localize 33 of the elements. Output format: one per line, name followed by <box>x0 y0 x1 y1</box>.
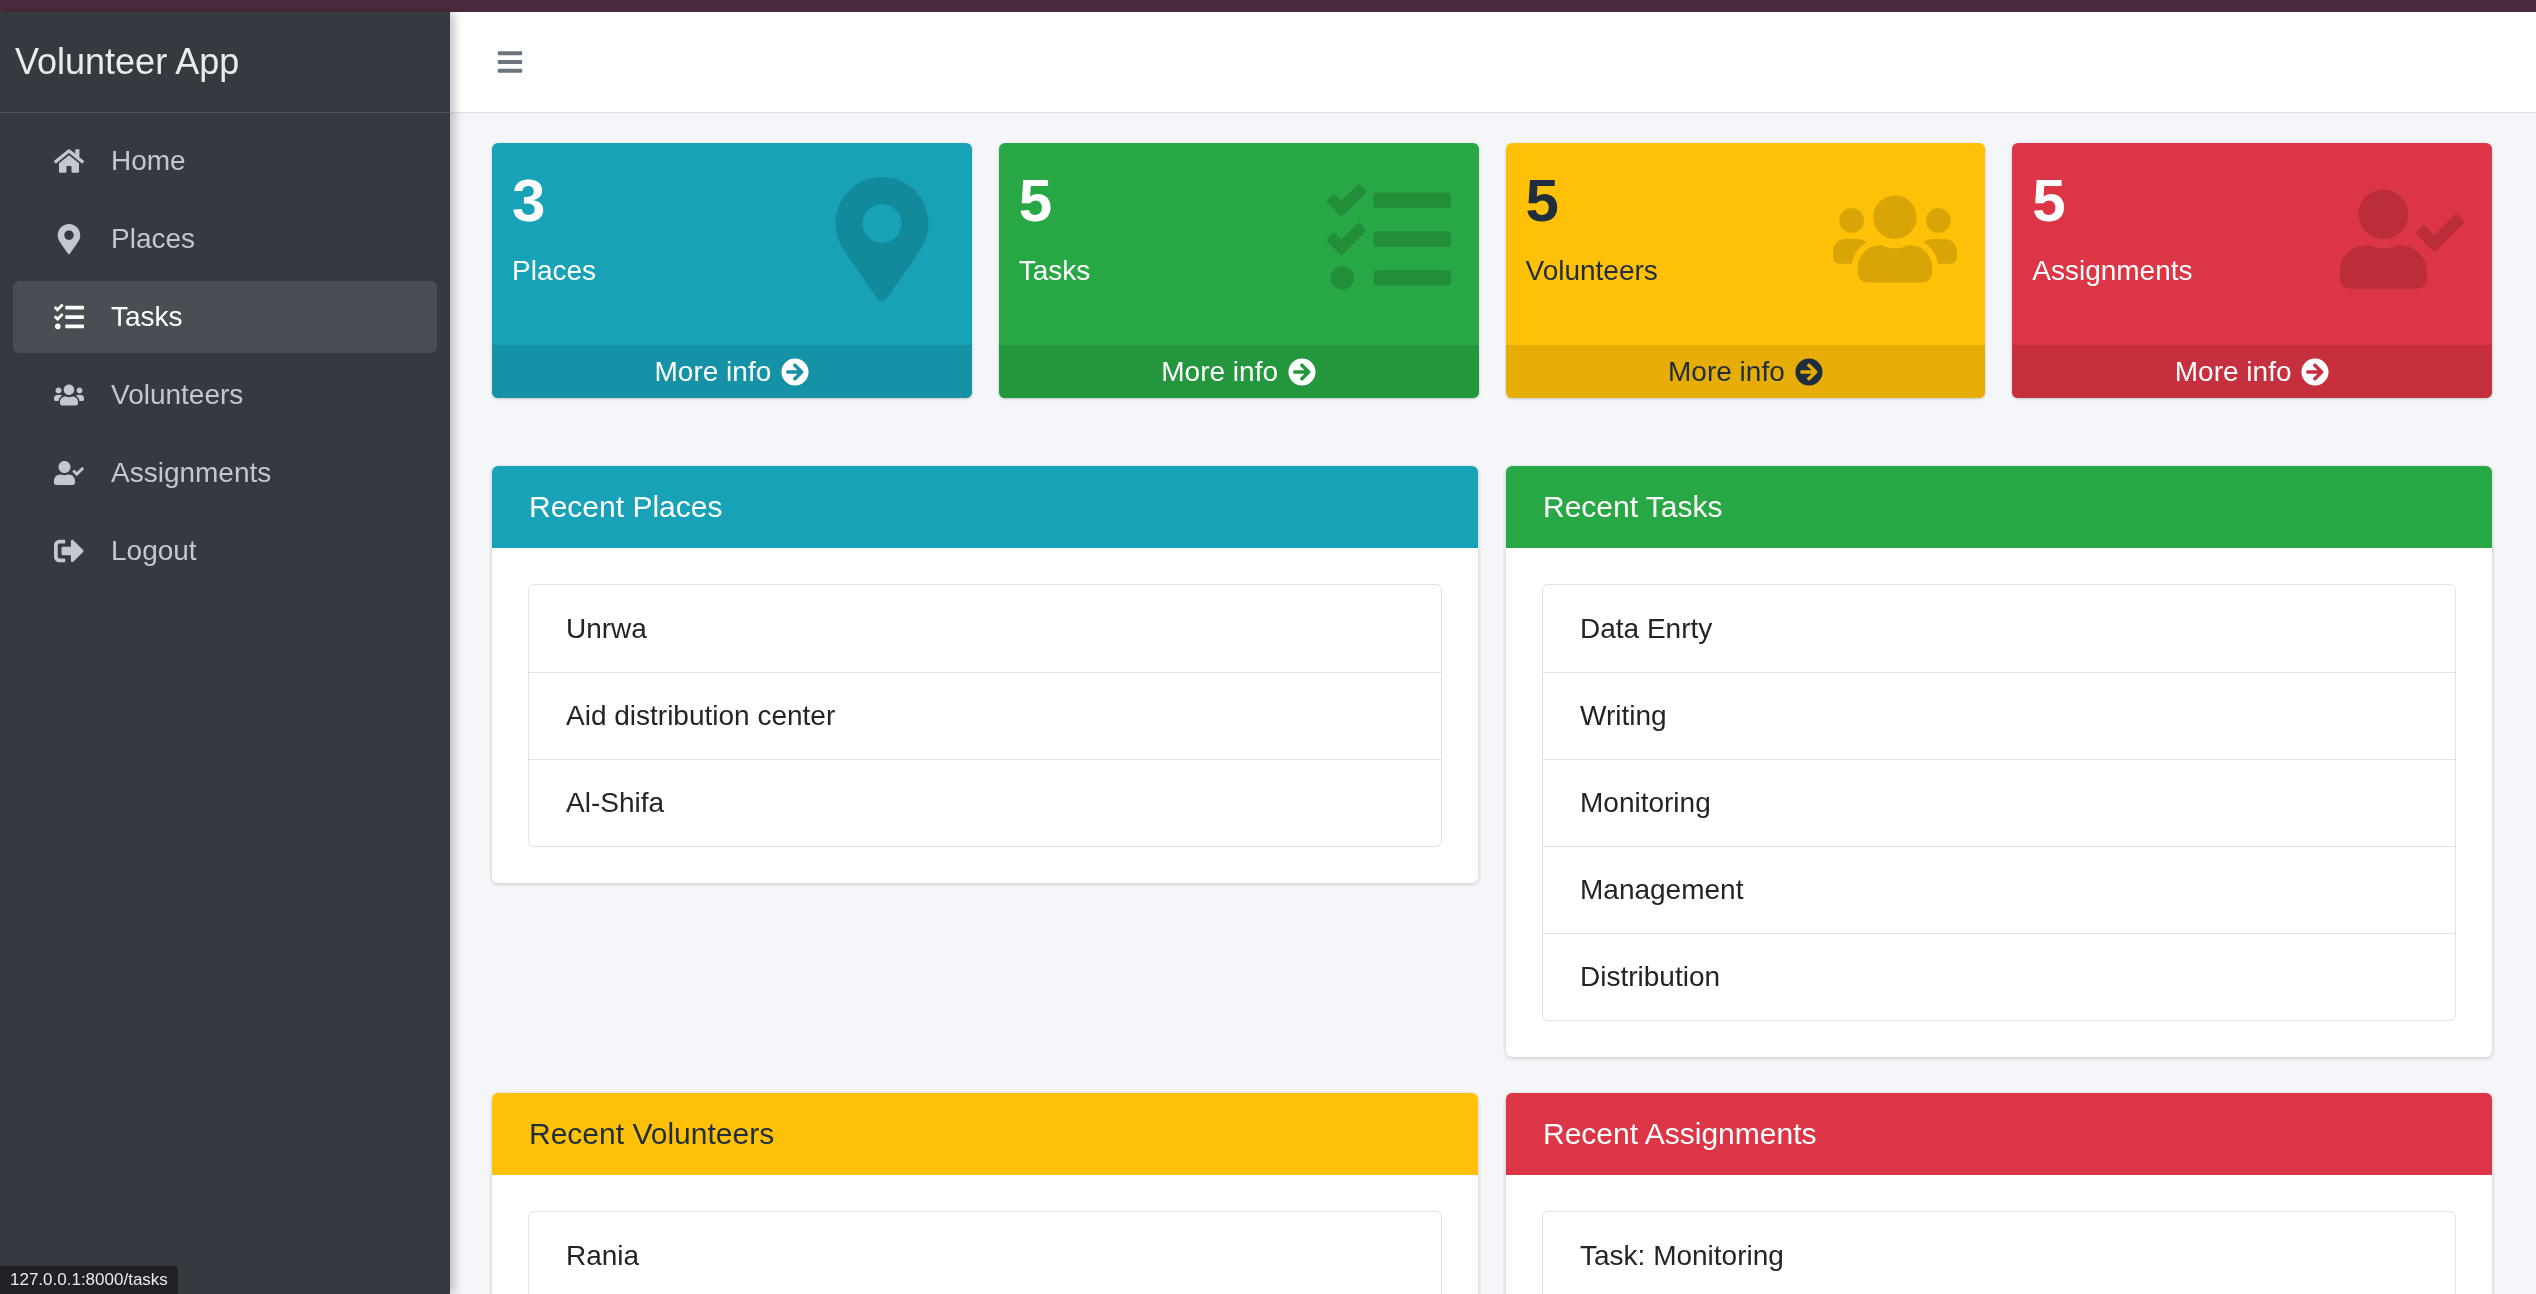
sidebar-item[interactable]: Assignments <box>13 437 437 509</box>
list-item[interactable]: Task: Monitoring <box>1543 1212 2455 1294</box>
stat-label: Volunteers <box>1525 255 1659 287</box>
card-title: Recent Volunteers <box>492 1093 1478 1175</box>
card-title: Recent Assignments <box>1506 1093 2492 1175</box>
more-info-link[interactable]: More info <box>1505 345 1986 398</box>
stat-count: 5 <box>1525 166 1560 236</box>
stat-label: Assignments <box>2032 255 2194 287</box>
list-item[interactable]: Aid distribution center <box>529 672 1441 759</box>
status-url: 127.0.0.1:8000/tasks <box>0 1266 178 1294</box>
more-info-link[interactable]: More info <box>998 345 1479 398</box>
sidebar-item[interactable]: Places <box>13 203 437 275</box>
stat-count: 3 <box>512 166 547 236</box>
stat-count: 5 <box>2032 166 2067 236</box>
sidebar-item[interactable]: Volunteers <box>13 359 437 431</box>
list-item[interactable]: Data Enrty <box>1543 585 2455 672</box>
list-item[interactable]: Management <box>1543 846 2455 933</box>
card-title: Recent Places <box>492 466 1478 548</box>
sidebar-item[interactable]: Logout <box>13 515 437 587</box>
list-item[interactable]: Monitoring <box>1543 759 2455 846</box>
list-item[interactable]: Writing <box>1543 672 2455 759</box>
more-info-link[interactable]: More info <box>492 345 972 398</box>
stat-label: Tasks <box>1018 255 1092 287</box>
sidebar-item[interactable]: Tasks <box>13 281 437 353</box>
card-title: Recent Tasks <box>1506 466 2492 548</box>
more-info-link[interactable]: More info <box>2012 345 2492 398</box>
stat-label: Places <box>512 255 598 287</box>
list-item[interactable]: Rania <box>529 1212 1441 1294</box>
stat-count: 5 <box>1018 166 1054 236</box>
sidebar-item[interactable]: Home <box>13 125 437 197</box>
list-item[interactable]: Al-Shifa <box>529 759 1441 846</box>
list-item[interactable]: Unrwa <box>529 585 1441 672</box>
list-item[interactable]: Distribution <box>1543 933 2455 1020</box>
